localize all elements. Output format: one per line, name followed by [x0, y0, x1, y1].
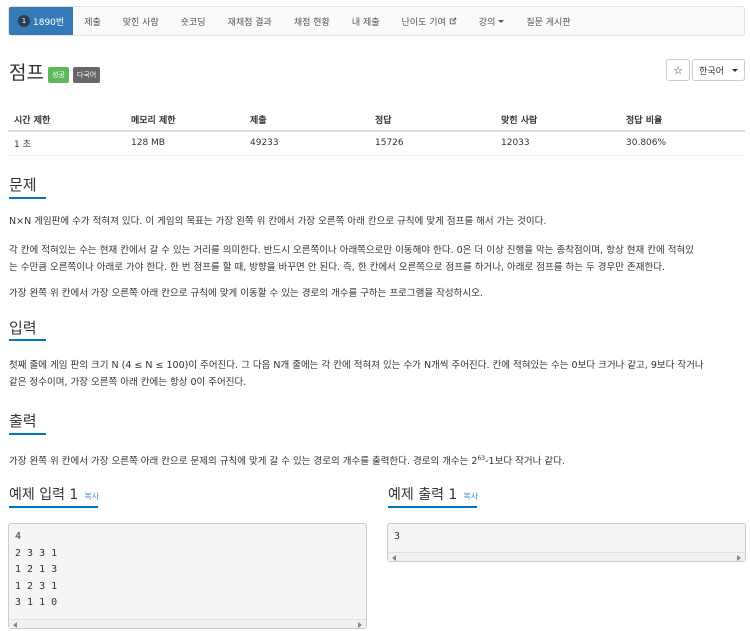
input-description: 첫째 줄에 게임 판의 크기 N (4 ≤ N ≤ 100)이 주어진다. 그 …: [9, 357, 744, 391]
header-accept-ratio: 정답 비율: [620, 109, 745, 132]
nav-lectures-dropdown[interactable]: 강의: [468, 7, 516, 35]
cell-time-limit: 1 초: [8, 131, 125, 156]
scroll-right-icon[interactable]: [358, 622, 362, 628]
sample-output-box[interactable]: 3: [387, 523, 746, 562]
problem-description-2-line2: 는 수만큼 오른쪽이나 아래로 가야 한다. 한 번 점프를 할 때, 방향을 …: [9, 262, 665, 273]
success-label: 성공: [47, 66, 69, 83]
cell-submissions: 49233: [244, 131, 369, 156]
nav-question-board[interactable]: 질문 게시판: [515, 7, 581, 35]
horizontal-scrollbar[interactable]: [9, 619, 366, 628]
nav-solvers[interactable]: 맞힌 사람: [112, 7, 170, 35]
star-icon: ☆: [673, 63, 684, 77]
sample-input-line: 1 2 3 1: [15, 580, 58, 592]
nav-difficulty-label: 난이도 기여: [401, 17, 446, 28]
sample-input-box[interactable]: 4 2 3 3 1 1 2 1 3 1 2 3 1 3 1 1 0: [8, 523, 367, 629]
nav-status[interactable]: 채점 현황: [283, 7, 341, 35]
sample-input-line: 2 3 3 1: [15, 547, 58, 559]
output-description-tail: -1보다 작거나 같다.: [485, 456, 565, 468]
page-title: 점프: [9, 62, 44, 84]
sample-output-content: 3: [388, 524, 745, 551]
sample-output-title: 예제 출력 1 복사: [388, 484, 478, 504]
problem-nav: 1 1890번 제출 맞힌 사람 숏코딩 재채점 결과 채점 현황 내 제출 난…: [8, 6, 745, 36]
section-title-problem: 문제: [9, 176, 37, 194]
cell-accepted: 15726: [369, 131, 495, 156]
problem-description-1: N×N 게임판에 수가 적혀져 있다. 이 게임의 목표는 가장 왼쪽 위 칸에…: [9, 216, 547, 227]
nav-my-submissions[interactable]: 내 제출: [341, 7, 391, 35]
section-underline: [9, 506, 98, 508]
nav-short-coding[interactable]: 숏코딩: [170, 7, 217, 35]
scroll-left-icon[interactable]: [392, 555, 396, 561]
cell-solvers: 12033: [495, 131, 620, 156]
section-underline: [388, 506, 477, 508]
language-select-value: 한국어: [699, 66, 724, 77]
problem-description-3: 가장 왼쪽 위 칸에서 가장 오른쪽 아래 칸으로 규칙에 맞게 이동할 수 있…: [9, 288, 483, 299]
sample-input-line: 1 2 1 3: [15, 564, 58, 575]
section-title-input: 입력: [9, 319, 37, 337]
sample-input-title-text: 예제 입력 1: [9, 487, 79, 503]
cell-memory-limit: 128 MB: [125, 131, 244, 156]
nav-submit[interactable]: 제출: [73, 7, 112, 35]
header-solvers: 맞힌 사람: [495, 109, 620, 132]
title-tools: ☆ 한국어: [666, 59, 745, 81]
copy-sample-input-link[interactable]: 복사: [84, 491, 99, 502]
problem-description-2: 각 칸에 적혀있는 수는 현재 칸에서 갈 수 있는 거리를 의미한다. 반드시…: [9, 242, 744, 276]
input-description-line2: 같은 정수이며, 가장 오른쪽 아래 칸에는 항상 0이 주어진다.: [9, 377, 247, 388]
header-memory-limit: 메모리 제한: [125, 109, 244, 132]
external-link-icon: [446, 17, 457, 25]
input-description-line1: 첫째 줄에 게임 판의 크기 N (4 ≤ N ≤ 100)이 주어진다. 그 …: [9, 360, 704, 371]
output-description-exponent: 63: [477, 455, 486, 462]
nav-lectures-label: 강의: [478, 17, 496, 28]
chevron-down-icon: [732, 68, 738, 72]
caret-down-icon: [498, 19, 505, 23]
tier-badge-icon: 1: [18, 15, 30, 27]
section-underline: [9, 433, 46, 435]
language-select[interactable]: 한국어: [692, 59, 745, 81]
sample-input-content: 4 2 3 3 1 1 2 1 3 1 2 3 1 3 1 1 0: [9, 524, 366, 617]
sample-output-line: 3: [394, 531, 401, 542]
scroll-right-icon[interactable]: [737, 555, 741, 561]
horizontal-scrollbar[interactable]: [388, 552, 745, 561]
header-time-limit: 시간 제한: [8, 109, 125, 132]
sample-output-title-text: 예제 출력 1: [388, 487, 458, 503]
problem-info-table: 시간 제한 메모리 제한 제출 정답 맞힌 사람 정답 비율 1 초 128 M…: [8, 109, 745, 156]
section-underline: [9, 339, 46, 341]
header-accepted: 정답: [369, 109, 495, 132]
nav-rejudge-results[interactable]: 재채점 결과: [217, 7, 283, 35]
nav-problem-number-label: 1890번: [33, 17, 65, 28]
section-title-output: 출력: [9, 412, 37, 430]
sample-input-title: 예제 입력 1 복사: [9, 484, 99, 504]
section-underline: [9, 197, 46, 199]
output-description: 가장 왼쪽 위 칸에서 가장 오른쪽 아래 칸으로 문제의 규칙에 맞게 갈 수…: [9, 450, 744, 470]
sample-input-line: 4: [15, 531, 22, 542]
output-description-text: 가장 왼쪽 위 칸에서 가장 오른쪽 아래 칸으로 문제의 규칙에 맞게 갈 수…: [9, 456, 478, 468]
multilang-label: 다국어: [72, 66, 101, 83]
table-header-row: 시간 제한 메모리 제한 제출 정답 맞힌 사람 정답 비율: [8, 109, 745, 132]
scroll-left-icon[interactable]: [13, 622, 17, 628]
header-submissions: 제출: [244, 109, 369, 132]
problem-description-2-line1: 각 칸에 적혀있는 수는 현재 칸에서 갈 수 있는 거리를 의미한다. 반드시…: [9, 245, 694, 256]
nav-difficulty-contribution[interactable]: 난이도 기여: [391, 7, 468, 35]
title-row: 점프 성공 다국어: [9, 58, 101, 85]
table-row: 1 초 128 MB 49233 15726 12033 30.806%: [8, 131, 745, 156]
nav-problem-number[interactable]: 1 1890번: [9, 7, 74, 35]
star-button[interactable]: ☆: [666, 59, 691, 81]
sample-input-line: 3 1 1 0: [15, 597, 58, 608]
copy-sample-output-link[interactable]: 복사: [463, 491, 478, 502]
cell-accept-ratio: 30.806%: [620, 131, 745, 156]
